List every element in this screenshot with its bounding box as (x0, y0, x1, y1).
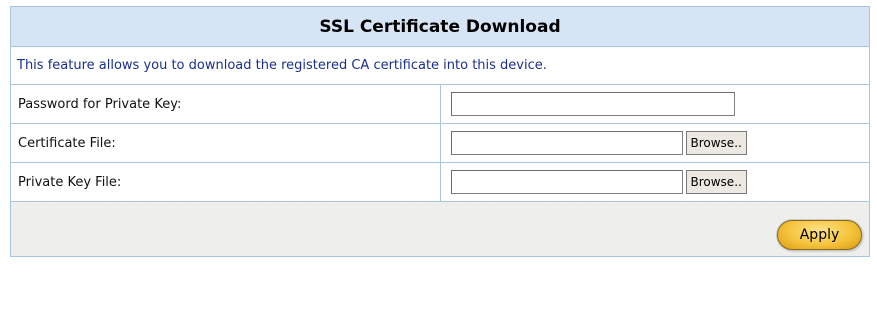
description-row: This feature allows you to download the … (10, 46, 870, 85)
apply-button[interactable]: Apply (777, 220, 862, 250)
certificate-browse-button[interactable]: Browse.. (685, 131, 747, 155)
ssl-certificate-download-panel: SSL Certificate Download This feature al… (10, 6, 870, 257)
private-key-file-cell: Browse.. (439, 162, 870, 202)
footer-cell: Apply (10, 201, 870, 257)
panel-title: SSL Certificate Download (10, 6, 870, 47)
private-key-file-input[interactable] (450, 170, 683, 194)
certificate-file-row: Certificate File: Browse.. (10, 123, 870, 163)
certificate-file-input[interactable] (450, 131, 683, 155)
private-key-file-row: Private Key File: Browse.. (10, 162, 870, 202)
footer-row: Apply (10, 201, 870, 257)
private-key-password-input[interactable] (450, 92, 735, 116)
panel-description: This feature allows you to download the … (10, 46, 870, 85)
certificate-file-label: Certificate File: (10, 123, 441, 163)
private-key-file-label: Private Key File: (10, 162, 441, 202)
settings-table: SSL Certificate Download This feature al… (10, 6, 870, 257)
password-field-cell (439, 84, 870, 124)
private-key-browse-button[interactable]: Browse.. (685, 170, 747, 194)
title-row: SSL Certificate Download (10, 6, 870, 47)
password-label: Password for Private Key: (10, 84, 441, 124)
password-row: Password for Private Key: (10, 84, 870, 124)
certificate-file-cell: Browse.. (439, 123, 870, 163)
